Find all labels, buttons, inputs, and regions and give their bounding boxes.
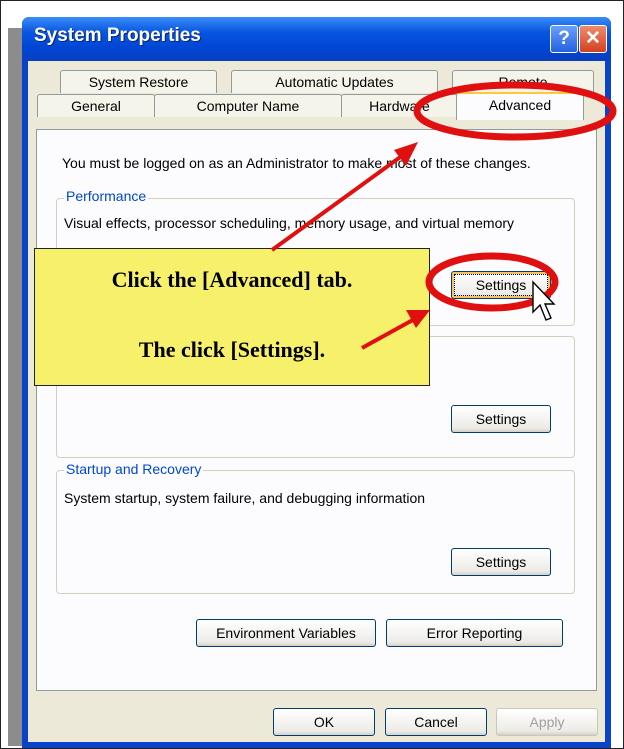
arrow-to-settings [361, 314, 421, 350]
annotation-overlay [270, 81, 617, 350]
arrow-head-advanced [394, 142, 418, 166]
arrow-head-settings [406, 310, 430, 328]
arrow-to-advanced-tab [270, 148, 412, 252]
advanced-tab-highlight-ellipse [413, 81, 617, 141]
